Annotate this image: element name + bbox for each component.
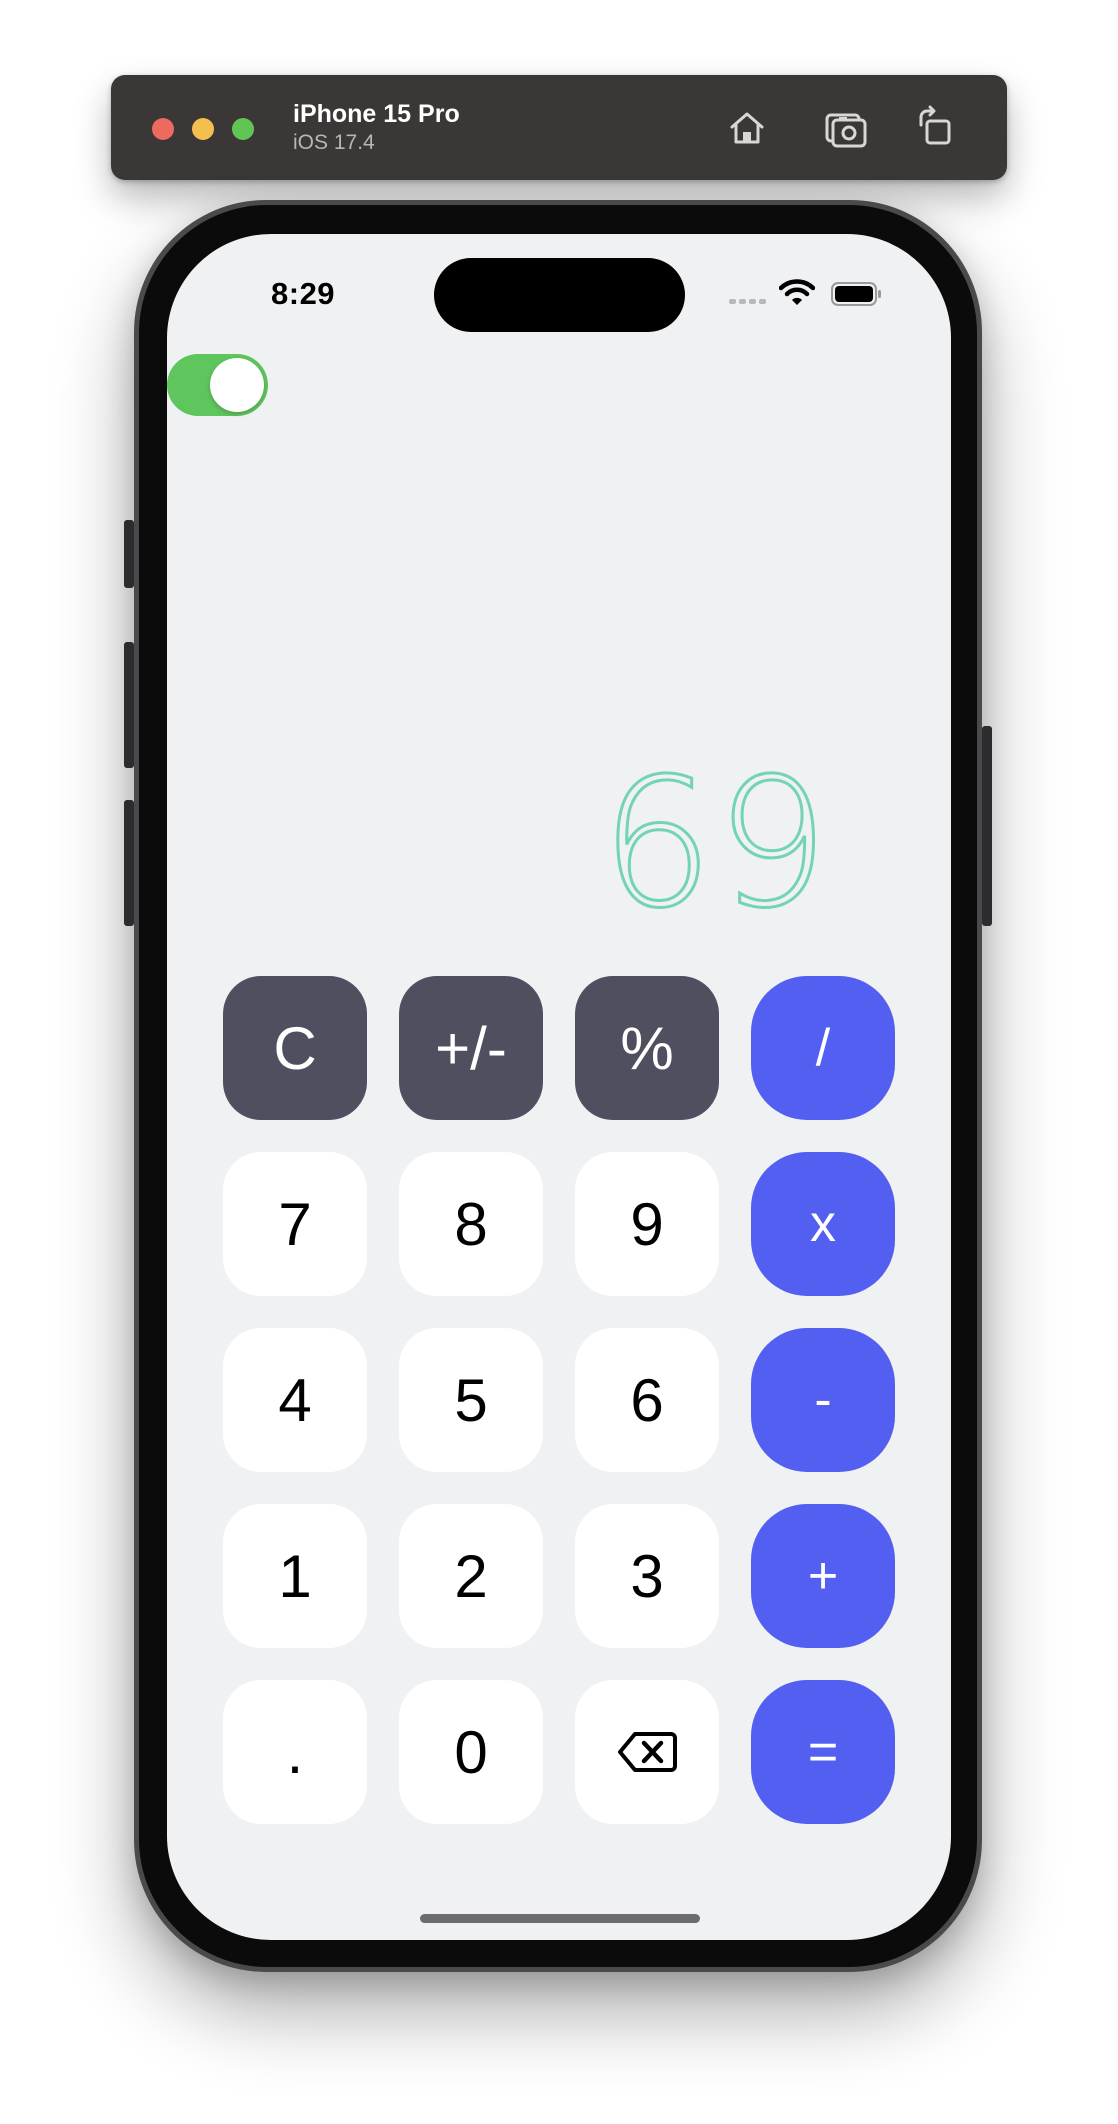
calculator-keypad: C +/-% / 7 8 9 x 4 5 6 - 1 2 3 +. 0 = (223, 976, 895, 1824)
zoom-window-button[interactable] (232, 118, 254, 140)
key-label: C (273, 1014, 317, 1082)
volume-up-button[interactable] (124, 642, 134, 768)
add-button[interactable]: + (751, 1504, 895, 1648)
key-label: + (807, 1547, 839, 1605)
simulator-stage: iPhone 15 Pro iOS 17.4 8:29 69 C +/- % /… (0, 0, 1118, 2124)
sign-toggle-button[interactable]: +/- (399, 976, 543, 1120)
screenshot-icon[interactable] (823, 105, 869, 151)
key-label: 1 (278, 1542, 312, 1610)
minimize-window-button[interactable] (192, 118, 214, 140)
digit-3-button[interactable]: 3 (575, 1504, 719, 1648)
key-label: 8 (454, 1190, 488, 1258)
mode-toggle[interactable] (167, 354, 268, 416)
digit-2-button[interactable]: 2 (399, 1504, 543, 1648)
multiply-button[interactable]: x (751, 1152, 895, 1296)
clear-button[interactable]: C (223, 976, 367, 1120)
rotate-icon[interactable] (913, 105, 959, 151)
decimal-button[interactable]: . (223, 1680, 367, 1824)
key-label: 5 (454, 1366, 488, 1434)
key-label: % (620, 1014, 674, 1082)
volume-down-button[interactable] (124, 800, 134, 926)
key-label: 3 (630, 1542, 664, 1610)
digit-9-button[interactable]: 9 (575, 1152, 719, 1296)
subtract-button[interactable]: - (751, 1328, 895, 1472)
digit-4-button[interactable]: 4 (223, 1328, 367, 1472)
key-label: 2 (454, 1542, 488, 1610)
home-indicator[interactable] (420, 1914, 700, 1923)
battery-icon (831, 282, 883, 306)
action-button[interactable] (124, 520, 134, 588)
cellular-signal-icon (729, 296, 769, 304)
simulator-toolbar: iPhone 15 Pro iOS 17.4 (111, 75, 1007, 180)
key-label: 7 (278, 1190, 312, 1258)
power-button[interactable] (982, 726, 992, 926)
key-label: 4 (278, 1366, 312, 1434)
digit-0-button[interactable]: 0 (399, 1680, 543, 1824)
key-label: +/- (435, 1014, 507, 1082)
equals-button[interactable]: = (751, 1680, 895, 1824)
wifi-icon (778, 278, 816, 306)
key-label: . (286, 1718, 304, 1786)
key-label: / (815, 1019, 831, 1077)
close-window-button[interactable] (152, 118, 174, 140)
status-time: 8:29 (271, 276, 336, 311)
digit-8-button[interactable]: 8 (399, 1152, 543, 1296)
backspace-button[interactable] (575, 1680, 719, 1824)
percent-button[interactable]: % (575, 976, 719, 1120)
key-label: 0 (454, 1718, 488, 1786)
phone-screen: 8:29 69 C +/- % / 7 8 9 x 4 5 6 - 1 2 3 … (167, 234, 951, 1940)
key-label: 9 (630, 1190, 664, 1258)
os-version: iOS 17.4 (293, 131, 375, 154)
backspace-icon (617, 1730, 677, 1774)
device-name: iPhone 15 Pro (293, 100, 460, 128)
digit-5-button[interactable]: 5 (399, 1328, 543, 1472)
key-label: x (810, 1195, 836, 1253)
home-icon[interactable] (724, 105, 770, 151)
dynamic-island (434, 258, 685, 332)
digit-6-button[interactable]: 6 (575, 1328, 719, 1472)
key-label: = (807, 1723, 839, 1781)
digit-1-button[interactable]: 1 (223, 1504, 367, 1648)
key-label: - (814, 1371, 832, 1429)
key-label: 6 (630, 1366, 664, 1434)
digit-7-button[interactable]: 7 (223, 1152, 367, 1296)
divide-button[interactable]: / (751, 976, 895, 1120)
toggle-knob (210, 358, 264, 412)
calculator-display: 69 (599, 740, 831, 947)
